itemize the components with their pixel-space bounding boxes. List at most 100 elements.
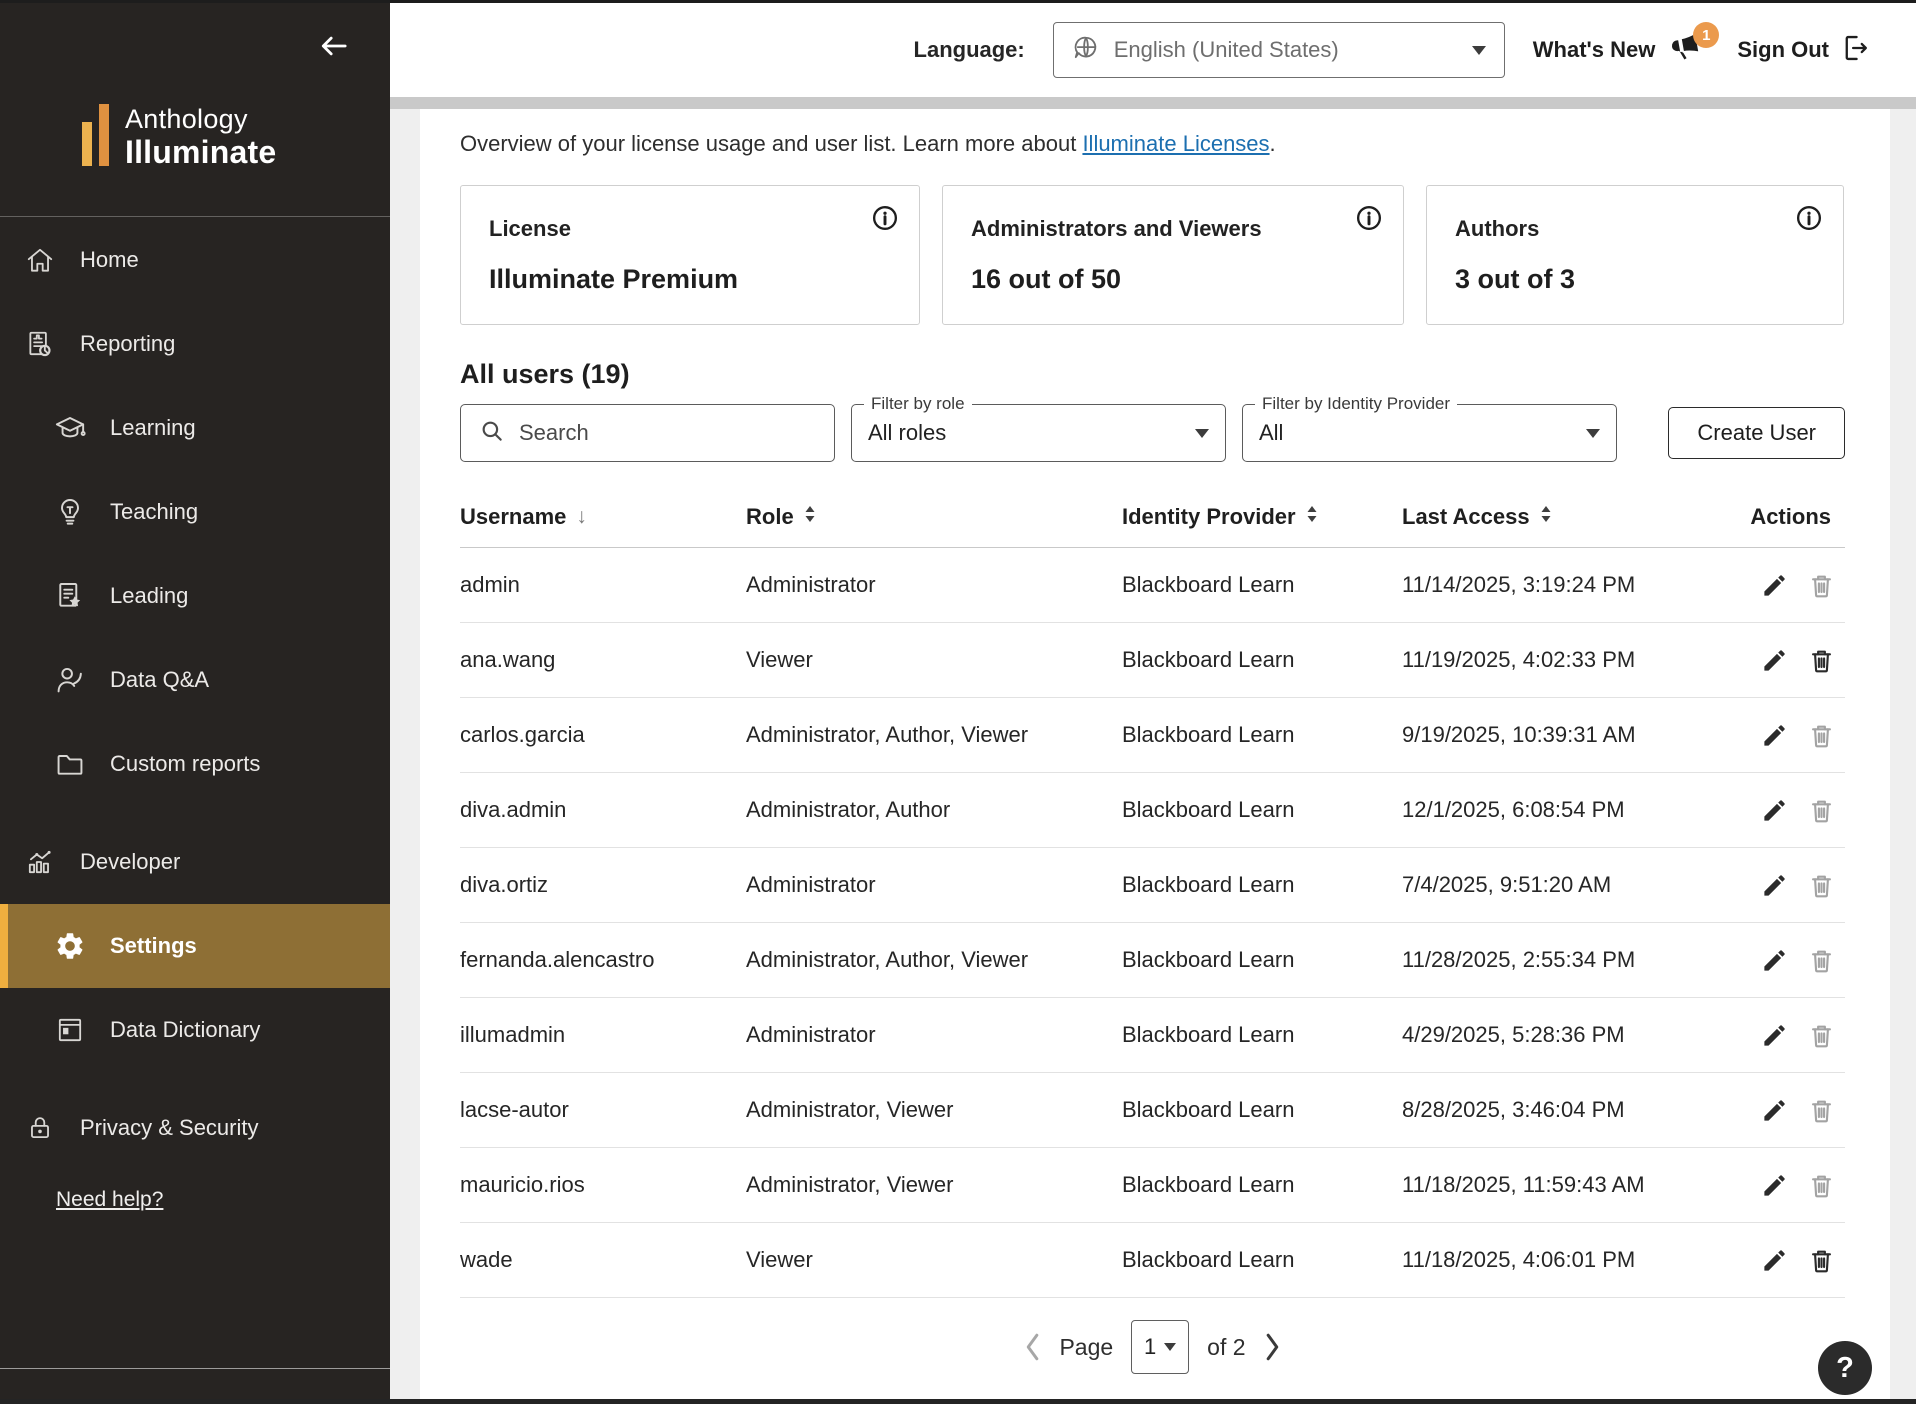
cell-username: wade <box>460 1247 746 1273</box>
info-icon[interactable] <box>1795 204 1823 235</box>
info-icon[interactable] <box>1355 204 1383 235</box>
column-label: Actions <box>1750 504 1831 530</box>
cell-last-access: 11/18/2025, 4:06:01 PM <box>1402 1247 1710 1273</box>
cell-last-access: 12/1/2025, 6:08:54 PM <box>1402 797 1710 823</box>
cell-actions <box>1710 797 1845 824</box>
cell-idp: Blackboard Learn <box>1122 872 1402 898</box>
sidebar-item-data-qa[interactable]: Data Q&A <box>0 638 390 722</box>
edit-user-button[interactable] <box>1761 647 1788 674</box>
sidebar-item-teaching[interactable]: Teaching <box>0 470 390 554</box>
chat-globe-icon <box>1072 34 1100 67</box>
cell-last-access: 7/4/2025, 9:51:20 AM <box>1402 872 1710 898</box>
cell-actions <box>1710 947 1845 974</box>
edit-user-button[interactable] <box>1761 947 1788 974</box>
delete-user-button[interactable] <box>1808 647 1835 674</box>
delete-user-button[interactable] <box>1808 872 1835 899</box>
pencil-icon <box>1761 572 1788 599</box>
developer-icon <box>24 846 56 878</box>
delete-user-button[interactable] <box>1808 572 1835 599</box>
filter-by-idp-select[interactable]: Filter by Identity Provider All <box>1242 404 1617 462</box>
page-number-select[interactable]: 1 <box>1131 1320 1189 1374</box>
sidebar-item-label: Home <box>80 247 139 273</box>
delete-user-button[interactable] <box>1808 797 1835 824</box>
chevron-down-icon <box>1472 46 1486 55</box>
search-box <box>460 404 835 462</box>
create-user-button[interactable]: Create User <box>1668 407 1845 459</box>
trash-icon <box>1808 722 1835 749</box>
sign-out-button[interactable]: Sign Out <box>1737 33 1871 68</box>
language-select[interactable]: English (United States) <box>1053 22 1505 78</box>
sidebar: Anthology Illuminate Home Reporting <box>0 3 390 1399</box>
previous-page-button[interactable] <box>1023 1332 1041 1362</box>
sidebar-collapse-button[interactable] <box>316 29 350 66</box>
cell-username: mauricio.rios <box>460 1172 746 1198</box>
language-value: English (United States) <box>1114 37 1458 63</box>
pencil-icon <box>1761 872 1788 899</box>
arrow-left-icon <box>316 51 350 66</box>
main-content: Overview of your license usage and user … <box>420 109 1890 1399</box>
column-header-identity-provider[interactable]: Identity Provider <box>1122 504 1402 530</box>
sidebar-item-developer[interactable]: Developer <box>0 820 390 904</box>
sidebar-item-reporting[interactable]: Reporting <box>0 302 390 386</box>
need-help-link[interactable]: Need help? <box>0 1188 390 1212</box>
sidebar-item-settings[interactable]: Settings <box>0 904 390 988</box>
sidebar-item-label: Settings <box>110 933 197 959</box>
illuminate-licenses-link[interactable]: Illuminate Licenses <box>1082 131 1269 156</box>
delete-user-button[interactable] <box>1808 1247 1835 1274</box>
cell-idp: Blackboard Learn <box>1122 1247 1402 1273</box>
edit-user-button[interactable] <box>1761 872 1788 899</box>
license-cards: License Illuminate Premium Administrator… <box>460 185 1845 325</box>
help-button[interactable]: ? <box>1818 1341 1872 1395</box>
sidebar-item-home[interactable]: Home <box>0 218 390 302</box>
sidebar-item-custom-reports[interactable]: Custom reports <box>0 722 390 806</box>
edit-user-button[interactable] <box>1761 1172 1788 1199</box>
table-row: mauricio.rios Administrator, Viewer Blac… <box>460 1148 1845 1223</box>
trash-icon <box>1808 1247 1835 1274</box>
delete-user-button[interactable] <box>1808 1097 1835 1124</box>
cell-username: illumadmin <box>460 1022 746 1048</box>
right-scrollbar-track[interactable] <box>1890 109 1916 1399</box>
filter-by-role-select[interactable]: Filter by role All roles <box>851 404 1226 462</box>
page-label: Page <box>1059 1334 1113 1361</box>
pencil-icon <box>1761 722 1788 749</box>
delete-user-button[interactable] <box>1808 1022 1835 1049</box>
delete-user-button[interactable] <box>1808 1172 1835 1199</box>
edit-user-button[interactable] <box>1761 797 1788 824</box>
edit-user-button[interactable] <box>1761 572 1788 599</box>
cell-role: Administrator, Author <box>746 797 1122 823</box>
next-page-button[interactable] <box>1264 1332 1282 1362</box>
info-icon[interactable] <box>871 204 899 235</box>
delete-user-button[interactable] <box>1808 947 1835 974</box>
pencil-icon <box>1761 1022 1788 1049</box>
sidebar-item-leading[interactable]: Leading <box>0 554 390 638</box>
edit-user-button[interactable] <box>1761 722 1788 749</box>
intro-text: Overview of your license usage and user … <box>460 129 1845 159</box>
cell-username: lacse-autor <box>460 1097 746 1123</box>
search-input[interactable] <box>519 420 820 446</box>
delete-user-button[interactable] <box>1808 722 1835 749</box>
column-header-role[interactable]: Role <box>746 504 1122 530</box>
cell-role: Administrator, Author, Viewer <box>746 722 1122 748</box>
sidebar-item-privacy-security[interactable]: Privacy & Security <box>0 1086 390 1170</box>
cell-username: fernanda.alencastro <box>460 947 746 973</box>
whats-new-button[interactable]: What's New 1 <box>1533 30 1710 70</box>
pencil-icon <box>1761 1247 1788 1274</box>
trash-icon <box>1808 797 1835 824</box>
edit-user-button[interactable] <box>1761 1247 1788 1274</box>
intro-text-period: . <box>1270 131 1276 156</box>
brand-name-line1: Anthology <box>125 104 276 135</box>
cell-username: carlos.garcia <box>460 722 746 748</box>
column-header-last-access[interactable]: Last Access <box>1402 504 1710 530</box>
left-scroll-gutter <box>390 109 420 1399</box>
sidebar-item-learning[interactable]: Learning <box>0 386 390 470</box>
edit-user-button[interactable] <box>1761 1022 1788 1049</box>
cell-last-access: 8/28/2025, 3:46:04 PM <box>1402 1097 1710 1123</box>
card-title: Authors <box>1455 216 1815 242</box>
sidebar-item-data-dictionary[interactable]: Data Dictionary <box>0 988 390 1072</box>
column-header-username[interactable]: Username ↓ <box>460 504 746 530</box>
custom-reports-icon <box>54 748 86 780</box>
table-row: illumadmin Administrator Blackboard Lear… <box>460 998 1845 1073</box>
intro-text-lead: Overview of your license usage and user … <box>460 131 1082 156</box>
cell-role: Administrator, Viewer <box>746 1097 1122 1123</box>
edit-user-button[interactable] <box>1761 1097 1788 1124</box>
